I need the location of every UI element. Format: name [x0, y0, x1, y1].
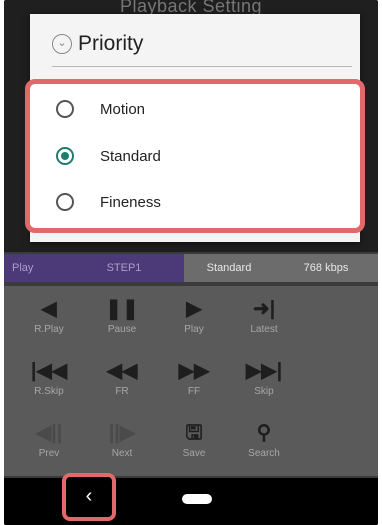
control-label: FR	[115, 386, 129, 397]
option-label: Fineness	[100, 193, 161, 211]
fast-forward-button[interactable]: ▶▶ FF	[159, 358, 229, 397]
search-button[interactable]: ⚲ Search	[229, 420, 299, 459]
dialog-title: Priority	[78, 32, 144, 55]
latest-button[interactable]: ➜| Latest	[229, 296, 299, 335]
playback-status-bar: Play STEP1 Standard 768 kbps	[4, 254, 378, 282]
save-icon: 🖫	[185, 422, 203, 444]
option-label: Motion	[100, 100, 146, 118]
option-motion[interactable]: Motion	[30, 86, 360, 132]
control-label: Save	[182, 448, 206, 459]
reverse-play-icon: ◀	[41, 298, 57, 320]
back-icon: ‹	[85, 485, 93, 507]
playback-controls: ◀ R.Play ❚❚ Pause ▶ Play ➜| Latest |◀◀ R…	[4, 286, 378, 476]
option-fineness[interactable]: Fineness	[30, 179, 360, 225]
search-icon: ⚲	[256, 422, 272, 444]
status-mode: Play	[4, 254, 64, 282]
pause-icon: ❚❚	[105, 298, 139, 320]
control-label: Pause	[107, 324, 137, 335]
next-frame-icon: ||▶	[108, 422, 136, 444]
skip-button[interactable]: ▶▶| Skip	[229, 358, 299, 397]
status-step: STEP1	[64, 254, 184, 282]
skip-icon: ▶▶|	[245, 360, 283, 382]
dialog-header: ⌄ Priority	[52, 32, 143, 56]
reverse-play-button[interactable]: ◀ R.Play	[14, 296, 84, 335]
latest-icon: ➜|	[252, 298, 276, 320]
back-button[interactable]: ‹	[62, 473, 116, 521]
fast-forward-icon: ▶▶	[178, 360, 210, 382]
save-button[interactable]: 🖫 Save	[159, 420, 229, 459]
chevron-down-icon[interactable]: ⌄	[52, 34, 72, 54]
control-label: Play	[184, 324, 204, 335]
fast-rewind-icon: ◀◀	[106, 360, 138, 382]
radio-unchecked-icon[interactable]	[56, 193, 74, 211]
control-label: Prev	[38, 448, 60, 459]
reverse-skip-button[interactable]: |◀◀ R.Skip	[14, 358, 84, 397]
home-pill[interactable]	[182, 494, 212, 504]
control-label: FF	[187, 386, 201, 397]
option-label: Standard	[100, 147, 161, 165]
control-label: Latest	[250, 324, 278, 335]
play-button[interactable]: ▶ Play	[159, 296, 229, 335]
radio-unchecked-icon[interactable]	[56, 100, 74, 118]
reverse-skip-icon: |◀◀	[30, 360, 68, 382]
prev-frame-button[interactable]: ◀|| Prev	[14, 420, 84, 459]
status-quality: Standard	[184, 254, 274, 282]
prev-frame-icon: ◀||	[35, 422, 63, 444]
status-bitrate: 768 kbps	[274, 254, 378, 282]
control-label: R.Play	[34, 324, 64, 335]
radio-checked-icon[interactable]	[56, 147, 74, 165]
priority-options: Motion Standard Fineness	[25, 79, 365, 233]
option-standard[interactable]: Standard	[30, 133, 360, 179]
control-label: Skip	[254, 386, 274, 397]
divider	[52, 66, 352, 67]
control-label: Search	[248, 448, 280, 459]
fast-rewind-button[interactable]: ◀◀ FR	[87, 358, 157, 397]
play-icon: ▶	[186, 298, 202, 320]
control-label: Next	[111, 448, 133, 459]
control-label: R.Skip	[34, 386, 64, 397]
pause-button[interactable]: ❚❚ Pause	[87, 296, 157, 335]
next-frame-button[interactable]: ||▶ Next	[87, 420, 157, 459]
